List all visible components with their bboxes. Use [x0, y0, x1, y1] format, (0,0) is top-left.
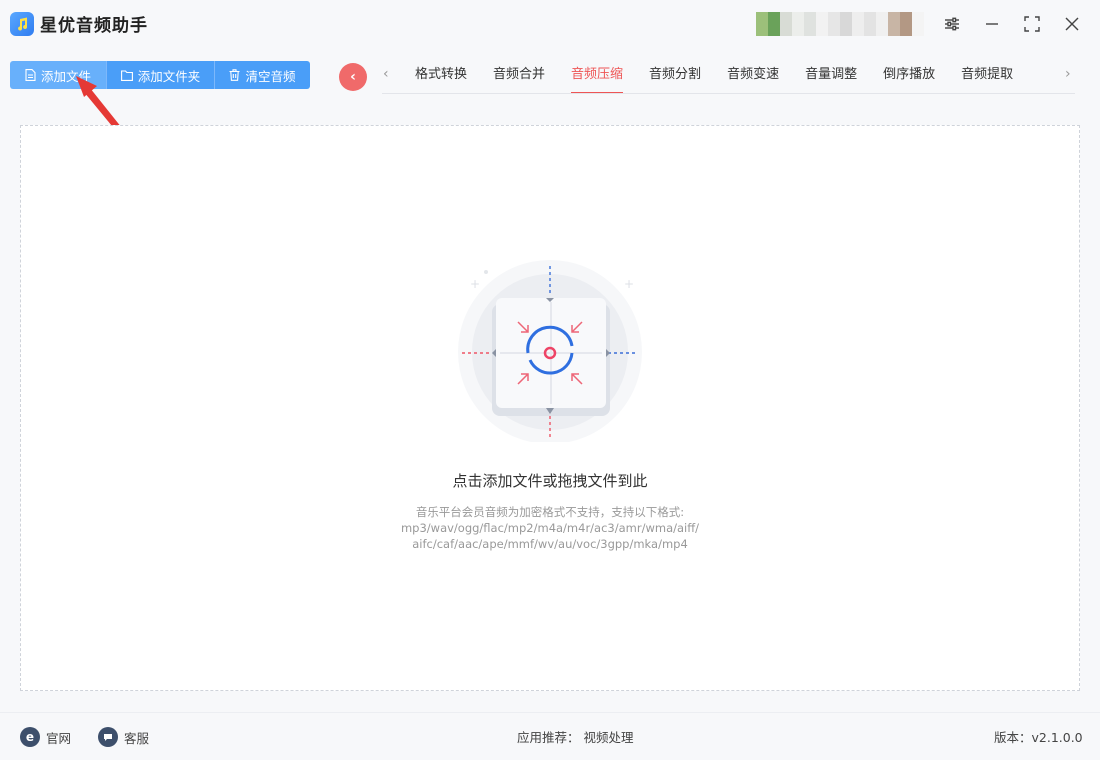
tab-audio-compress[interactable]: 音频压缩 [558, 60, 636, 94]
tab-audio-split[interactable]: 音频分割 [636, 60, 714, 94]
browser-e-icon: e [20, 727, 40, 747]
tabs-next-arrow-icon[interactable]: › [1065, 66, 1071, 82]
tab-audio-merge[interactable]: 音频合并 [480, 60, 558, 94]
chat-bubble-icon [98, 727, 118, 747]
tab-audio-extract[interactable]: 音频提取 [948, 60, 1026, 94]
recommend-label: 应用推荐： [517, 730, 580, 745]
svg-text:+: + [624, 277, 634, 291]
website-label: 官网 [46, 730, 72, 746]
tab-audio-speed[interactable]: 音频变速 [714, 60, 792, 94]
formats-line-3: aifc/caf/aac/ape/mmf/wv/au/voc/3gpp/mka/… [412, 537, 688, 551]
tabs-prev-arrow-icon[interactable]: ‹ [383, 66, 389, 82]
supported-formats-text: 音乐平台会员音频为加密格式不支持，支持以下格式: mp3/wav/ogg/fla… [0, 504, 1100, 552]
support-label: 客服 [124, 730, 150, 746]
app-recommend: 应用推荐： 视频处理 [517, 727, 634, 746]
tab-reverse-play[interactable]: 倒序播放 [870, 60, 948, 94]
drop-target-illustration-icon: + + [458, 260, 642, 442]
drop-zone-title: 点击添加文件或拖拽文件到此 [452, 472, 648, 490]
version-text: 版本：v2.1.0.0 [994, 730, 1083, 745]
svg-text:+: + [470, 277, 480, 291]
tab-format-convert[interactable]: 格式转换 [402, 60, 480, 94]
status-footer: e 官网 客服 应用推荐： 视频处理 版本：v2.1.0.0 [0, 712, 1100, 760]
formats-line-1: 音乐平台会员音频为加密格式不支持，支持以下格式: [415, 505, 685, 519]
formats-line-2: mp3/wav/ogg/flac/mp2/m4a/m4r/ac3/amr/wma… [400, 521, 700, 535]
website-link[interactable]: e 官网 [20, 727, 71, 747]
back-button[interactable]: ‹ [339, 63, 367, 91]
tabs-divider [382, 93, 1075, 94]
back-arrow-icon: ‹ [350, 69, 356, 85]
tab-volume-adjust[interactable]: 音量调整 [792, 60, 870, 94]
feature-tabs: 格式转换 音频合并 音频压缩 音频分割 音频变速 音量调整 倒序播放 音频提取 [402, 60, 1026, 94]
support-link[interactable]: 客服 [98, 727, 149, 747]
recommend-video-link[interactable]: 视频处理 [584, 727, 634, 746]
